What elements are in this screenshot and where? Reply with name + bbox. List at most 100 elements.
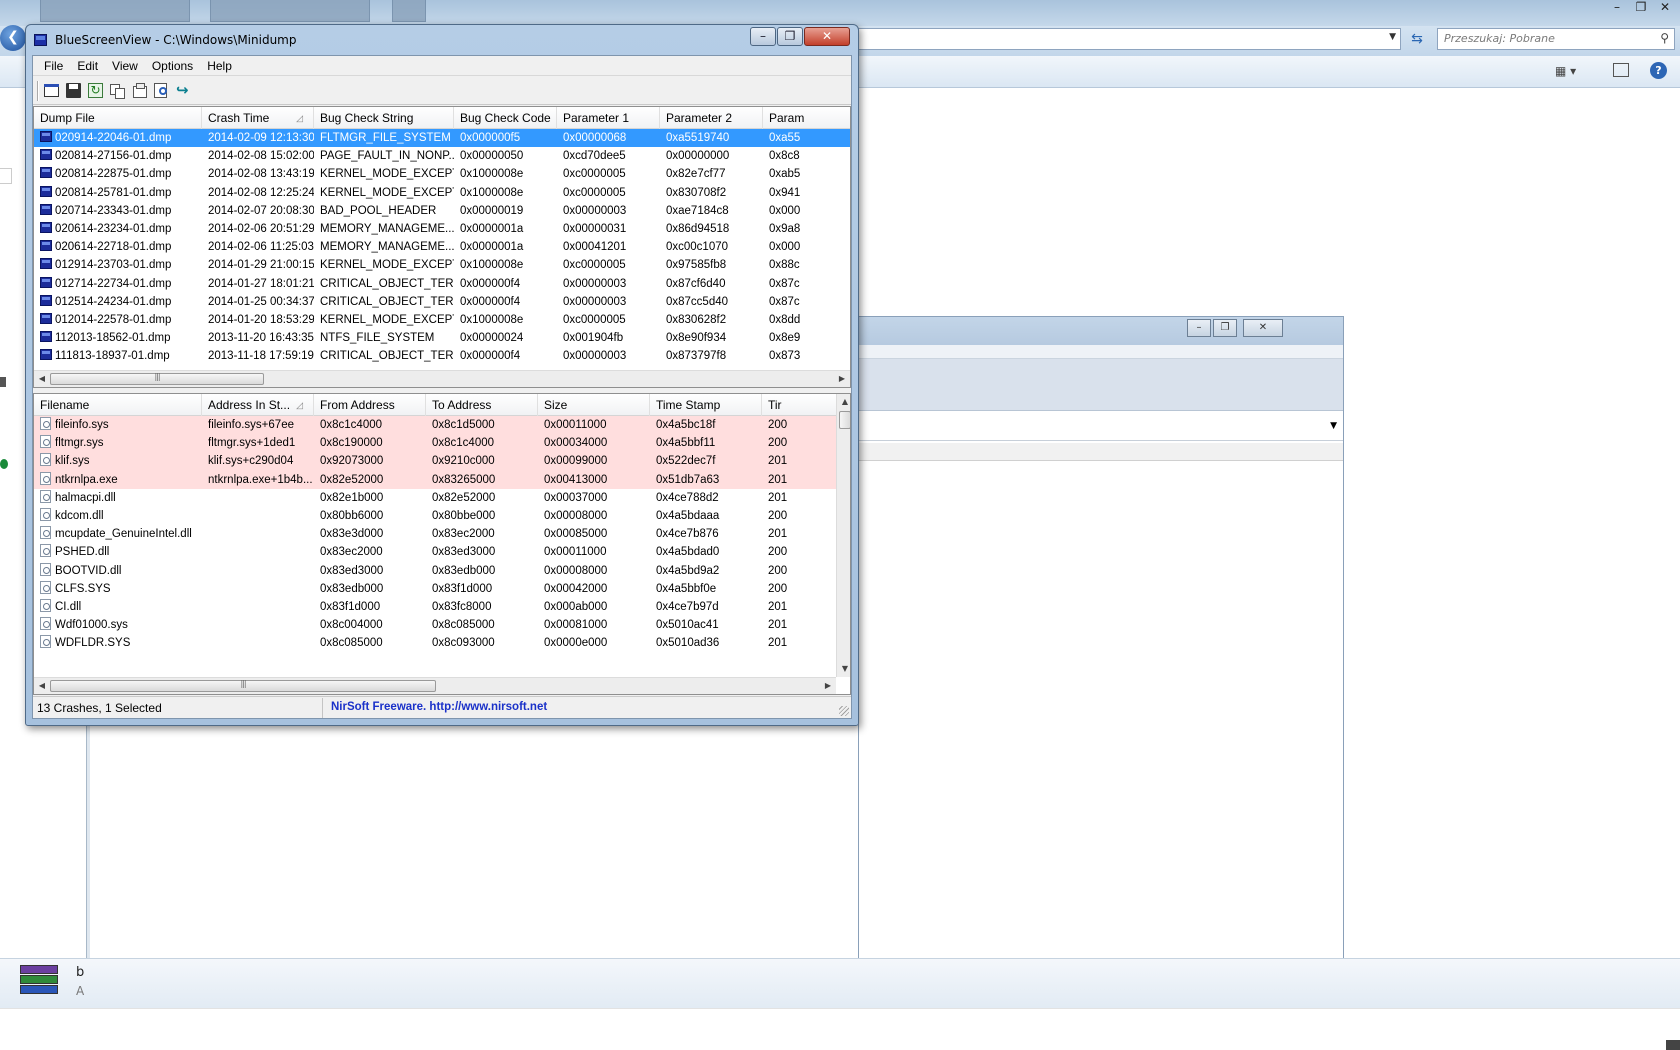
driver-file-icon <box>40 489 51 503</box>
preview-pane-icon[interactable] <box>1613 63 1629 77</box>
chevron-down-icon[interactable]: ▼ <box>1330 421 1337 431</box>
address-field[interactable]: ▼ <box>858 28 1401 50</box>
nav-item[interactable] <box>0 459 8 469</box>
driver-row[interactable]: Wdf01000.sys 0x8c004000 0x8c085000 0x000810… <box>34 616 836 634</box>
title-bar[interactable]: BlueScreenView - C:\Windows\Minidump – ❐… <box>26 25 858 55</box>
scrollbar-thumb[interactable] <box>50 373 264 385</box>
crash-row[interactable]: 012514-24234-01.dmp 2014-01-25 00:34:37 CR… <box>34 293 850 311</box>
driver-row[interactable]: CI.dll 0x83f1d000 0x83fc8000 0x000ab000 0x4c… <box>34 598 836 616</box>
driver-row[interactable]: kdcom.dll 0x80bb6000 0x80bbe000 0x00008000 0… <box>34 507 836 525</box>
close-icon[interactable]: ✕ <box>1243 319 1283 337</box>
column-header-bug-check-string[interactable]: Bug Check String <box>314 107 454 129</box>
html-report-button[interactable] <box>131 82 149 100</box>
column-header-size[interactable]: Size <box>538 394 650 416</box>
column-header-bug-check-code[interactable]: Bug Check Code <box>454 107 557 129</box>
scroll-right-icon[interactable]: ▶ <box>820 678 836 694</box>
crash-row[interactable]: 012714-22734-01.dmp 2014-01-27 18:01:21 CR… <box>34 275 850 293</box>
save-button[interactable] <box>65 82 83 100</box>
column-header-to-address[interactable]: To Address <box>426 394 538 416</box>
driver-row[interactable]: fltmgr.sys fltmgr.sys+1ded1 0x8c190000 0x8c… <box>34 434 836 453</box>
crash-row[interactable]: 012914-23703-01.dmp 2014-01-29 21:00:15 KE… <box>34 256 850 274</box>
back-arrow-icon[interactable]: ❮ <box>0 25 26 51</box>
close-icon[interactable]: ✕ <box>1654 0 1676 16</box>
find-button[interactable] <box>153 82 171 100</box>
scrollbar-thumb[interactable] <box>50 680 436 692</box>
background-tab[interactable] <box>40 0 190 22</box>
background-tab[interactable] <box>392 0 426 22</box>
maximize-button[interactable]: ❐ <box>777 27 803 46</box>
crash-list-horizontal-scrollbar[interactable]: ◀ ▶ <box>34 370 850 387</box>
column-header-from-address[interactable]: From Address <box>314 394 426 416</box>
driver-row[interactable]: BOOTVID.dll 0x83ed3000 0x83edb000 0x0000800… <box>34 562 836 580</box>
search-input[interactable]: Przeszukaj: Pobrane ⚲ <box>1437 28 1675 50</box>
chevron-down-icon[interactable]: ▼ <box>1389 32 1396 42</box>
column-header-filename[interactable]: Filename <box>34 394 202 416</box>
minimize-icon[interactable]: – <box>1606 0 1628 16</box>
column-header-parameter-3[interactable]: Param <box>763 107 850 129</box>
crash-row[interactable]: 020814-22875-01.dmp 2014-02-08 13:43:19 KE… <box>34 165 850 183</box>
minimize-button[interactable]: – <box>750 27 776 46</box>
close-button[interactable]: ✕ <box>804 27 850 46</box>
nav-item[interactable] <box>0 377 6 387</box>
driver-row[interactable]: ntkrnlpa.exe ntkrnlpa.exe+1b4b... 0x82e520… <box>34 470 836 489</box>
scroll-up-icon[interactable]: ▲ <box>837 394 850 410</box>
crash-row[interactable]: 020614-23234-01.dmp 2014-02-06 20:51:29 ME… <box>34 220 850 238</box>
driver-row[interactable]: PSHED.dll 0x83ec2000 0x83ed3000 0x00011000 0… <box>34 543 836 561</box>
crash-row[interactable]: 112013-18562-01.dmp 2013-11-20 16:43:35 NT… <box>34 329 850 347</box>
dump-file-cell: 012014-22578-01.dmp <box>34 311 202 329</box>
column-header-time-string[interactable]: Tir <box>762 394 836 416</box>
column-header-parameter-2[interactable]: Parameter 2 <box>660 107 763 129</box>
column-header-address-in-stack[interactable]: Address In St... ◿ <box>202 394 314 416</box>
menu-options[interactable]: Options <box>145 56 200 75</box>
scrollbar-thumb[interactable] <box>1666 1040 1680 1050</box>
driver-list-vertical-scrollbar[interactable]: ▲ ▼ <box>836 394 850 677</box>
menu-file[interactable]: File <box>37 56 70 75</box>
copy-button[interactable] <box>109 82 127 100</box>
driver-row[interactable]: klif.sys klif.sys+c290d04 0x92073000 0x9210… <box>34 452 836 471</box>
crash-row[interactable]: 020814-25781-01.dmp 2014-02-08 12:25:24 KE… <box>34 184 850 202</box>
resize-grip-icon[interactable] <box>839 706 849 716</box>
scroll-left-icon[interactable]: ◀ <box>34 678 50 694</box>
scroll-down-icon[interactable]: ▼ <box>837 661 850 677</box>
cell-text: 0x00000031 <box>563 222 627 235</box>
column-header-parameter-1[interactable]: Parameter 1 <box>557 107 660 129</box>
cell-text: 012914-23703-01.dmp <box>55 259 172 272</box>
scroll-left-icon[interactable]: ◀ <box>34 371 50 387</box>
crash-row[interactable]: 020814-27156-01.dmp 2014-02-08 15:02:00 PA… <box>34 147 850 165</box>
menu-help[interactable]: Help <box>200 56 239 75</box>
maximize-icon[interactable]: ❐ <box>1630 0 1652 16</box>
crash-row[interactable]: 020914-22046-01.dmp 2014-02-09 12:13:30 FL… <box>34 129 850 148</box>
crash-row[interactable]: 020614-22718-01.dmp 2014-02-06 11:25:03 ME… <box>34 238 850 256</box>
menu-view[interactable]: View <box>105 56 145 75</box>
driver-row[interactable]: WDFLDR.SYS 0x8c085000 0x8c093000 0x0000e000… <box>34 634 836 652</box>
view-options-icon[interactable]: ▦ ▾ <box>1555 64 1576 78</box>
column-header-dump-file[interactable]: Dump File <box>34 107 202 129</box>
background-tab[interactable] <box>210 0 370 22</box>
driver-list-horizontal-scrollbar[interactable]: ◀ ▶ <box>34 677 836 694</box>
help-icon[interactable]: ? <box>1650 62 1667 79</box>
driver-row[interactable]: fileinfo.sys fileinfo.sys+67ee 0x8c1c4000 0… <box>34 416 836 435</box>
nav-item[interactable] <box>0 168 12 184</box>
refresh-button[interactable]: ↻ <box>87 82 105 100</box>
menu-edit[interactable]: Edit <box>70 56 105 75</box>
search-icon[interactable]: ⚲ <box>1660 31 1669 45</box>
scrollbar-thumb[interactable] <box>839 411 850 429</box>
crash-row[interactable]: 111813-18937-01.dmp 2013-11-18 17:59:19 CR… <box>34 347 850 365</box>
properties-button[interactable] <box>43 82 61 100</box>
crash-row[interactable]: 012014-22578-01.dmp 2014-01-20 18:53:29 KE… <box>34 311 850 329</box>
nirsoft-link[interactable]: NirSoft Freeware. http://www.nirsoft.net <box>327 698 547 718</box>
crash-list[interactable]: Dump File Crash Time ◿ Bug Check String B… <box>33 106 851 388</box>
scroll-right-icon[interactable]: ▶ <box>834 371 850 387</box>
driver-row[interactable]: CLFS.SYS 0x83edb000 0x83f1d000 0x00042000 0x… <box>34 580 836 598</box>
minimize-icon[interactable]: – <box>1187 319 1211 337</box>
exit-button[interactable]: ↪ <box>175 82 193 100</box>
driver-row[interactable]: halmacpi.dll 0x82e1b000 0x82e52000 0x000370… <box>34 489 836 507</box>
crash-row[interactable]: 020714-23343-01.dmp 2014-02-07 20:08:30 BA… <box>34 202 850 220</box>
maximize-icon[interactable]: ❐ <box>1213 319 1237 337</box>
background-window-combo[interactable]: ▼ <box>859 413 1343 441</box>
refresh-icon[interactable]: ⇆ <box>1406 28 1428 50</box>
driver-row[interactable]: mcupdate_GenuineIntel.dll 0x83e3d000 0x83e… <box>34 525 836 543</box>
column-header-crash-time[interactable]: Crash Time ◿ <box>202 107 314 129</box>
column-header-time-stamp[interactable]: Time Stamp <box>650 394 762 416</box>
driver-list[interactable]: Filename Address In St... ◿ From Address … <box>33 393 851 695</box>
